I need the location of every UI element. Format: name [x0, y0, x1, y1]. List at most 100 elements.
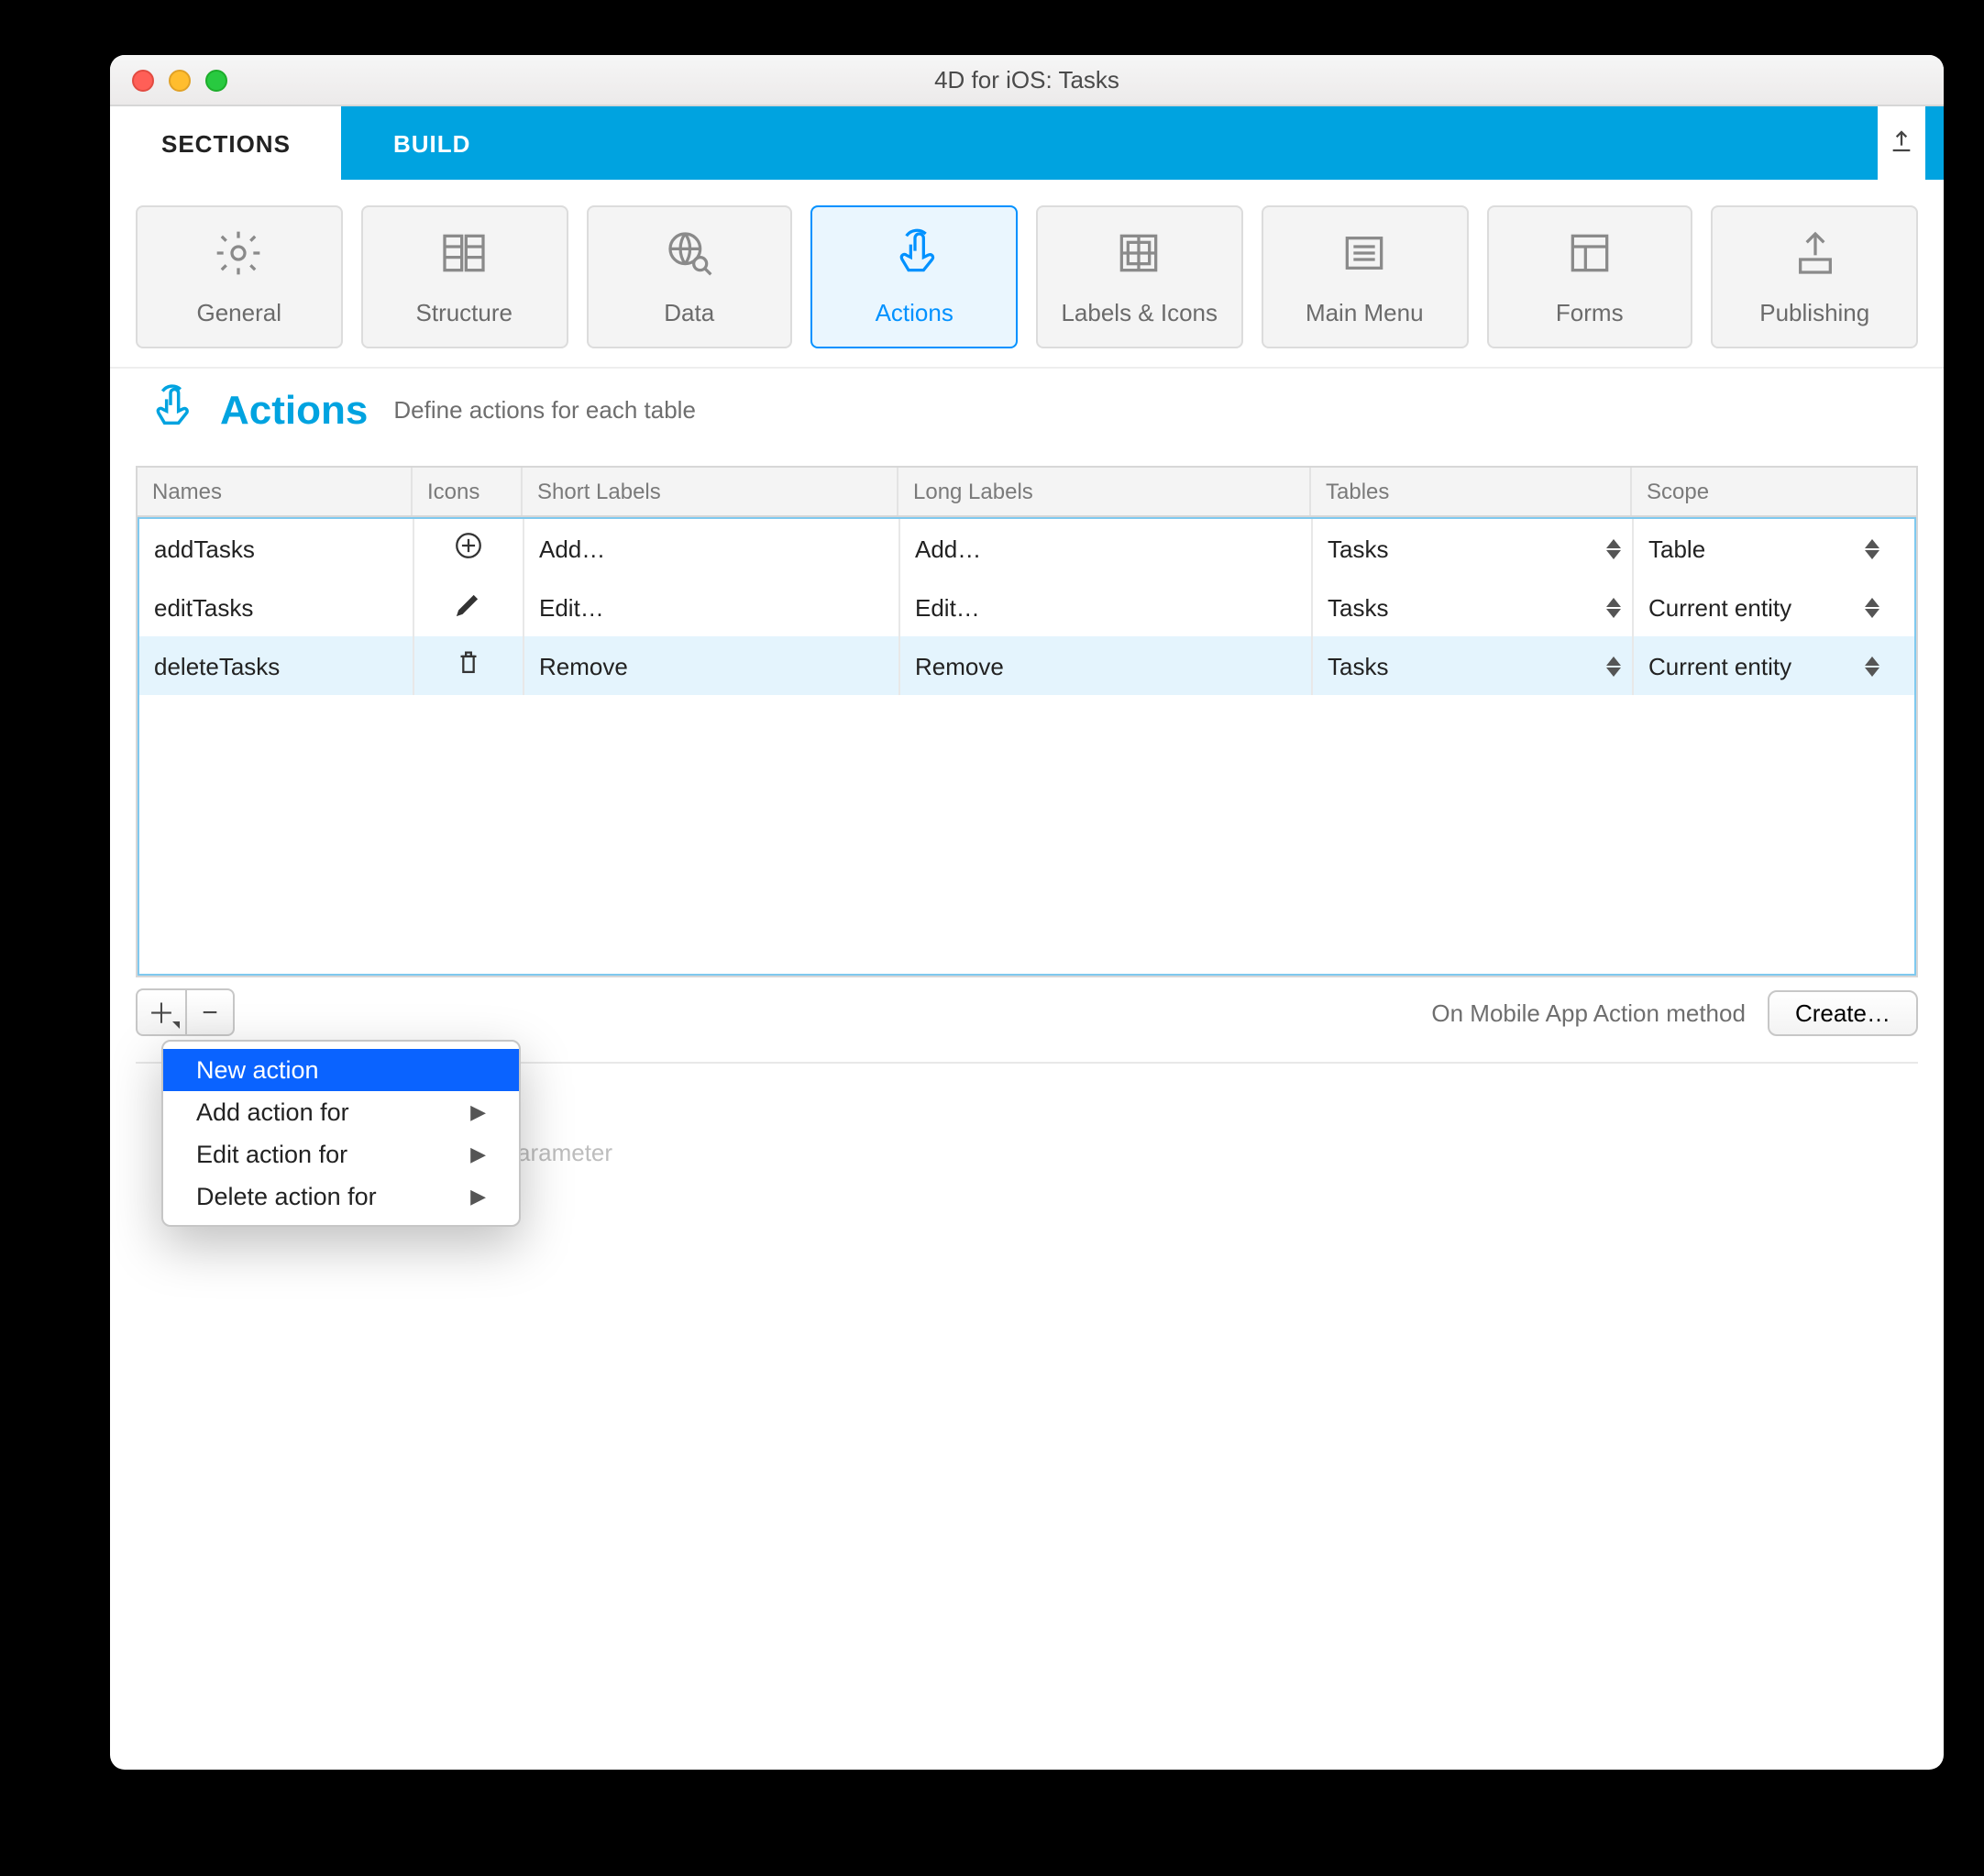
section-tile-structure[interactable]: Structure [361, 205, 568, 348]
list-icon [1339, 227, 1390, 284]
col-short[interactable]: Short Labels [523, 468, 898, 515]
section-tile-label: Data [664, 299, 714, 326]
section-tile-mainmenu[interactable]: Main Menu [1262, 205, 1469, 348]
page-title: Actions [220, 386, 368, 434]
cell-scope[interactable]: Current entity [1634, 636, 1890, 695]
zoom-button[interactable] [205, 69, 227, 91]
minimize-button[interactable] [169, 69, 191, 91]
cell-table[interactable]: Tasks [1313, 636, 1634, 695]
add-action-menu: New actionAdd action for▶Edit action for… [161, 1040, 521, 1227]
export-button[interactable] [1878, 106, 1925, 180]
section-tile-forms[interactable]: Forms [1486, 205, 1693, 348]
actions-table: Names Icons Short Labels Long Labels Tab… [136, 466, 1918, 977]
window-title: 4D for iOS: Tasks [110, 66, 1944, 94]
close-button[interactable] [132, 69, 154, 91]
gear-icon [214, 227, 265, 284]
stepper-icon[interactable] [1865, 649, 1883, 682]
menu-item-label: Add action for [196, 1098, 349, 1126]
section-tile-label: Main Menu [1306, 299, 1424, 326]
table-row[interactable]: addTasksAdd…Add…TasksTable [139, 519, 1914, 578]
cell-scope[interactable]: Current entity [1634, 578, 1890, 636]
page-header: Actions Define actions for each table [110, 367, 1944, 466]
minus-icon: − [202, 997, 218, 1028]
table-footer: ＋ − On Mobile App Action method Create… … [136, 977, 1918, 1036]
stepper-icon[interactable] [1865, 590, 1883, 623]
section-tile-label: Forms [1556, 299, 1624, 326]
col-scope[interactable]: Scope [1632, 468, 1889, 515]
menu-item-label: Delete action for [196, 1183, 377, 1210]
page-subtitle: Define actions for each table [393, 396, 696, 424]
section-tile-label: General [197, 299, 282, 326]
cell-table[interactable]: Tasks [1313, 578, 1634, 636]
cell-name[interactable]: editTasks [139, 578, 414, 636]
tap-icon [888, 227, 940, 284]
table-body[interactable]: addTasksAdd…Add…TasksTableeditTasksEdit…… [138, 517, 1916, 976]
cell-scope[interactable]: Table [1634, 519, 1890, 578]
col-long[interactable]: Long Labels [898, 468, 1311, 515]
stepper-icon[interactable] [1606, 590, 1625, 623]
trash-icon [453, 647, 484, 684]
cell-short[interactable]: Edit… [524, 578, 900, 636]
section-tile-label: Actions [876, 299, 953, 326]
cell-long[interactable]: Add… [900, 519, 1313, 578]
stepper-icon[interactable] [1606, 532, 1625, 565]
table-header: Names Icons Short Labels Long Labels Tab… [138, 468, 1916, 517]
pencil-icon [453, 589, 484, 625]
cell-table[interactable]: Tasks [1313, 519, 1634, 578]
globe-search-icon [664, 227, 715, 284]
cell-name[interactable]: deleteTasks [139, 636, 414, 695]
app-window: 4D for iOS: Tasks SECTIONS BUILD General [110, 55, 1944, 1770]
tap-icon [147, 383, 194, 436]
menu-item[interactable]: Edit action for ▶ [163, 1133, 519, 1175]
col-icons[interactable]: Icons [413, 468, 523, 515]
grid-icon [1114, 227, 1165, 284]
plus-icon: ＋ [148, 993, 175, 1032]
menu-item-label: New action [196, 1056, 319, 1084]
cell-short[interactable]: Remove [524, 636, 900, 695]
cell-short[interactable]: Add… [524, 519, 900, 578]
tab-sections[interactable]: SECTIONS [110, 106, 342, 180]
table-row[interactable]: editTasksEdit…Edit…TasksCurrent entity [139, 578, 1914, 636]
remove-action-button[interactable]: − [185, 990, 233, 1034]
submenu-arrow-icon: ▶ [470, 1142, 486, 1166]
stepper-icon[interactable] [1606, 649, 1625, 682]
upload-icon [1789, 227, 1840, 284]
menu-item[interactable]: New action [163, 1049, 519, 1091]
dropdown-indicator-icon [172, 1021, 180, 1029]
method-label: On Mobile App Action method [1431, 999, 1746, 1026]
menu-item[interactable]: Delete action for ▶ [163, 1175, 519, 1218]
tab-build[interactable]: BUILD [342, 106, 522, 180]
add-remove-segment: ＋ − [136, 988, 235, 1036]
stepper-icon[interactable] [1865, 532, 1883, 565]
table-row[interactable]: deleteTasksRemoveRemoveTasksCurrent enti… [139, 636, 1914, 695]
submenu-arrow-icon: ▶ [470, 1100, 486, 1124]
cell-icon[interactable] [414, 519, 524, 578]
table-icon [438, 227, 490, 284]
cell-long[interactable]: Remove [900, 636, 1313, 695]
main-tabs: SECTIONS BUILD [110, 106, 1944, 180]
col-names[interactable]: Names [138, 468, 413, 515]
section-tile-label: Structure [416, 299, 513, 326]
col-tables[interactable]: Tables [1311, 468, 1632, 515]
section-tiles: General Structure Data Actions [110, 180, 1944, 367]
cell-long[interactable]: Edit… [900, 578, 1313, 636]
section-tile-labels[interactable]: Labels & Icons [1036, 205, 1243, 348]
cell-icon[interactable] [414, 578, 524, 636]
menu-item[interactable]: Add action for ▶ [163, 1091, 519, 1133]
cell-name[interactable]: addTasks [139, 519, 414, 578]
titlebar: 4D for iOS: Tasks [110, 55, 1944, 106]
section-tile-publishing[interactable]: Publishing [1712, 205, 1919, 348]
menu-item-label: Edit action for [196, 1141, 347, 1168]
layout-icon [1564, 227, 1615, 284]
submenu-arrow-icon: ▶ [470, 1185, 486, 1208]
cell-icon[interactable] [414, 636, 524, 695]
add-action-button[interactable]: ＋ [138, 990, 185, 1034]
window-controls [110, 69, 227, 91]
section-tile-general[interactable]: General [136, 205, 343, 348]
plus-circle-icon [453, 530, 484, 567]
section-tile-label: Publishing [1759, 299, 1869, 326]
section-tile-data[interactable]: Data [586, 205, 793, 348]
create-method-button[interactable]: Create… [1768, 989, 1918, 1035]
section-tile-label: Labels & Icons [1061, 299, 1218, 326]
section-tile-actions[interactable]: Actions [811, 205, 1019, 348]
